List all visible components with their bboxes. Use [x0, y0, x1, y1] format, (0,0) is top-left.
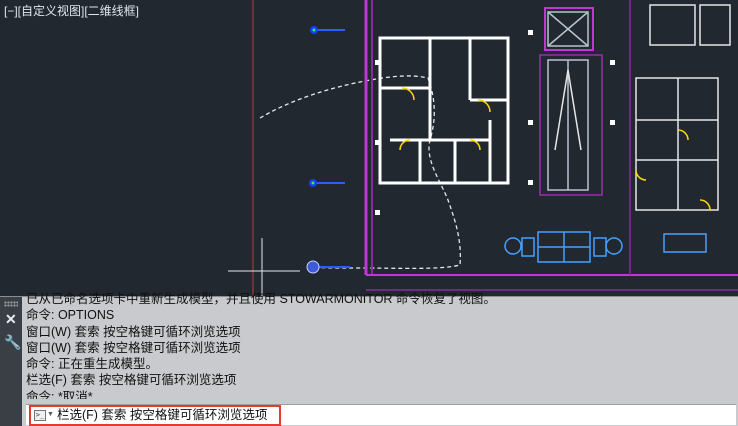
wrench-icon[interactable]: 🔧	[4, 335, 21, 349]
structural-columns	[375, 30, 615, 215]
blue-marker-1	[310, 26, 345, 34]
elevator-core	[547, 11, 589, 191]
right-rooms	[635, 4, 731, 211]
lounge-furniture	[504, 231, 707, 263]
history-line: 命令: *取消*	[26, 389, 93, 399]
history-line: 窗口(W) 套索 按空格键可循环浏览选项	[26, 340, 241, 355]
history-line: 窗口(W) 套索 按空格键可循环浏览选项	[26, 324, 241, 339]
close-icon[interactable]: ✕	[5, 312, 17, 326]
viewport-controls-label[interactable]: [−][自定义视图][二维线框]	[4, 2, 139, 19]
drawing-viewport[interactable]: [−][自定义视图][二维线框]	[0, 0, 738, 296]
command-history: 已从已命名选项卡中重新生成模型，并且使用 STOWARMONITOR 命令恢复了…	[26, 291, 731, 399]
drag-grip-icon[interactable]	[4, 301, 18, 307]
command-prompt-text: 栏选(F) 套索 按空格键可循环浏览选项	[57, 408, 268, 422]
command-line-window: ✕ 🔧 已从已命名选项卡中重新生成模型，并且使用 STOWARMONITOR 命…	[0, 292, 738, 426]
blue-marker-2	[309, 179, 345, 187]
command-prompt[interactable]: >_ ▼ 栏选(F) 套索 按空格键可循环浏览选项	[29, 405, 281, 426]
command-panel-sidebar: ✕ 🔧	[0, 297, 22, 426]
history-line: 已从已命名选项卡中重新生成模型，并且使用 STOWARMONITOR 命令恢复了…	[26, 292, 496, 306]
chevron-down-icon[interactable]: ▼	[47, 410, 54, 419]
right-doors	[635, 129, 711, 211]
floor-plan-walls	[378, 36, 510, 185]
floor-plan-drawing[interactable]	[0, 0, 738, 296]
command-prompt-icon[interactable]: >_	[34, 410, 46, 421]
history-line: 栏选(F) 套索 按空格键可循环浏览选项	[26, 373, 237, 388]
command-input-bar[interactable]: >_ ▼ 栏选(F) 套索 按空格键可循环浏览选项	[26, 404, 736, 426]
blue-marker-3	[306, 260, 350, 274]
history-line: 命令: OPTIONS	[26, 308, 115, 323]
history-line: 命令: 正在重生成模型。	[26, 357, 158, 372]
